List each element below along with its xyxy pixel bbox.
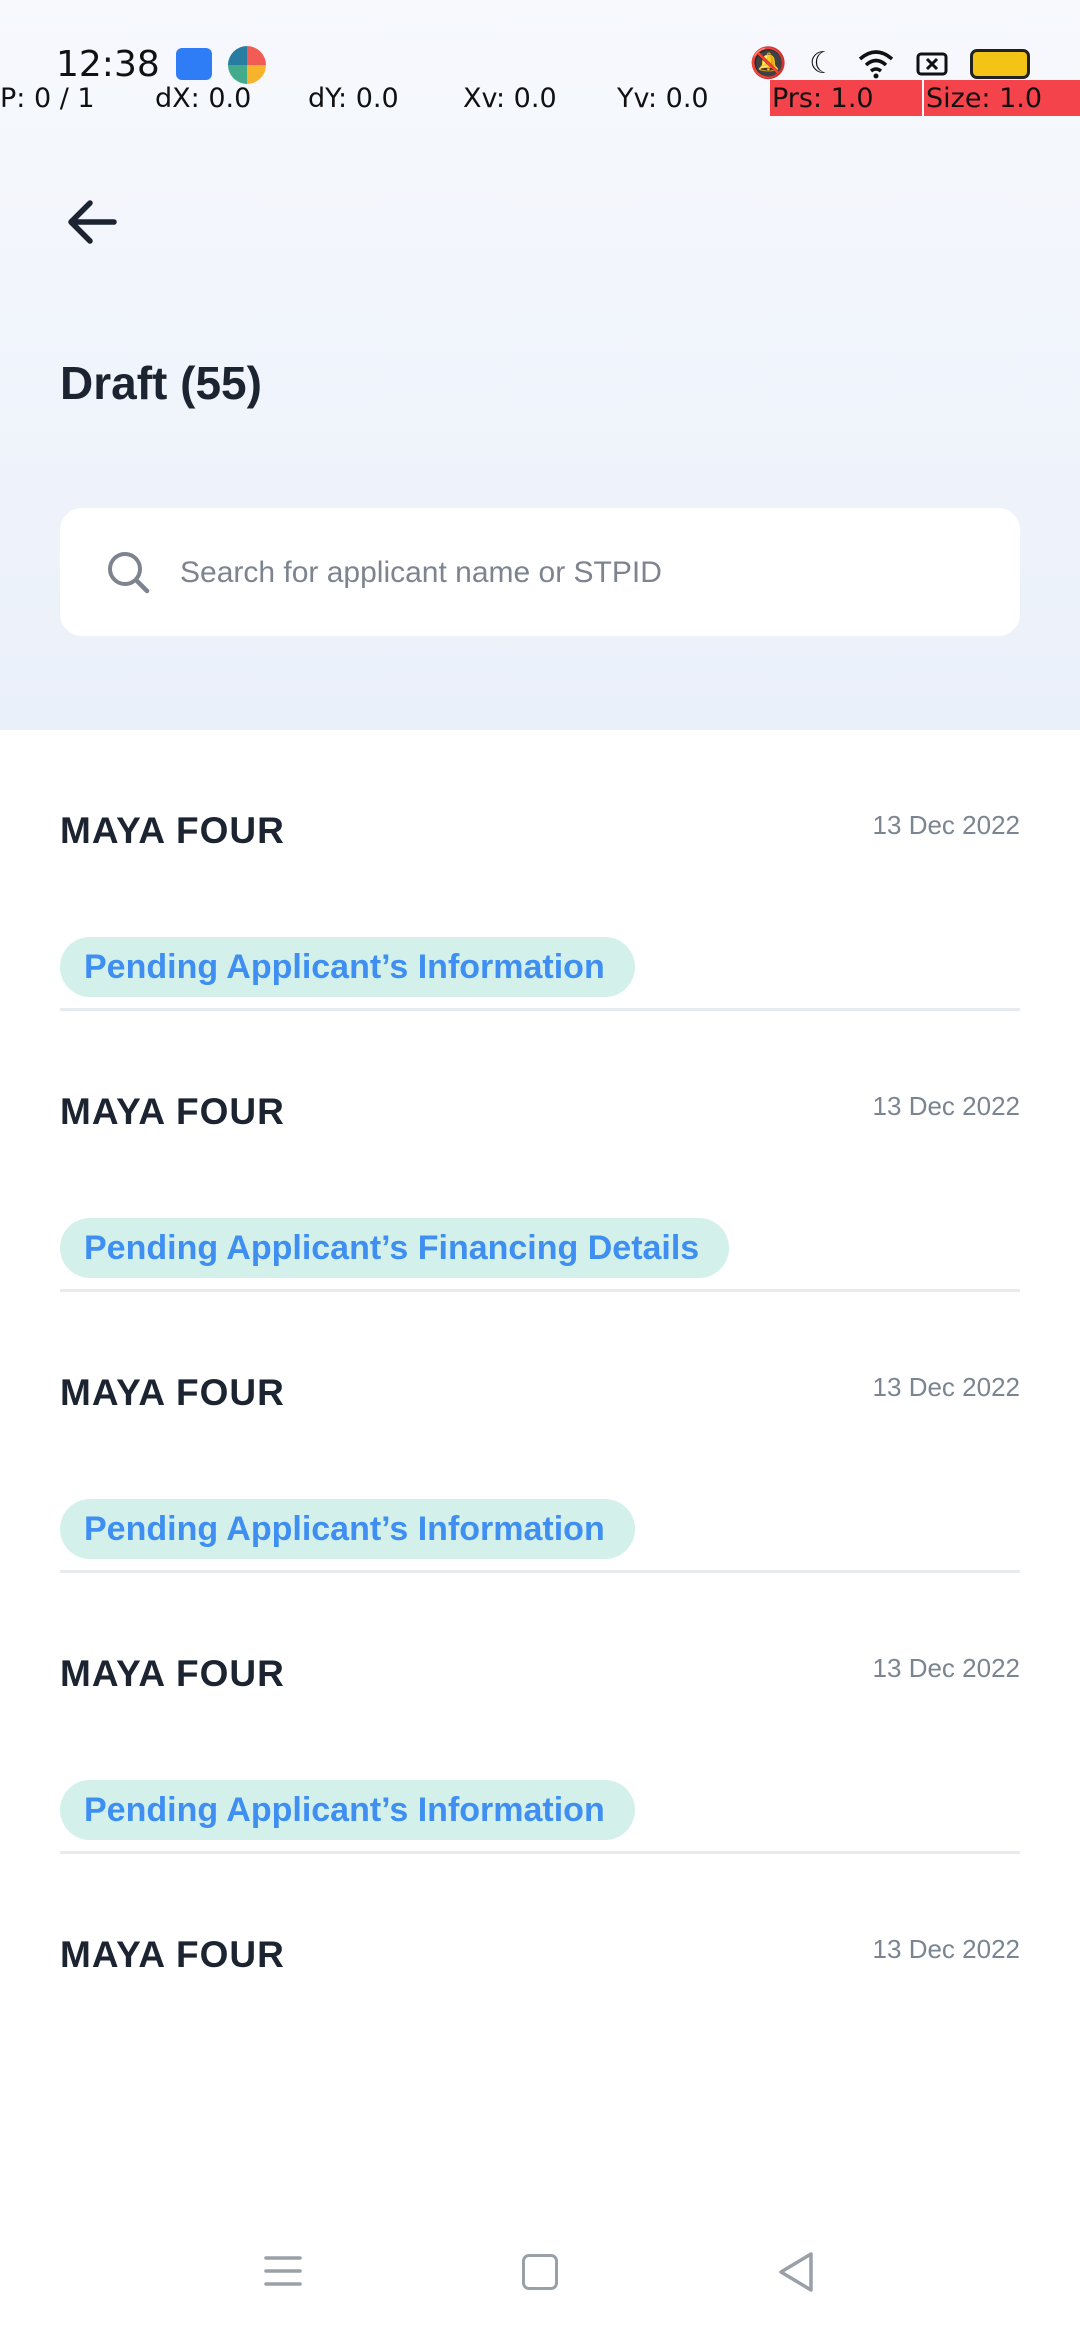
draft-list-item[interactable]: MAYA FOUR 13 Dec 2022 Pending Applicant’… xyxy=(60,730,1020,1011)
draft-date: 13 Dec 2022 xyxy=(872,1653,1020,1683)
arrow-left-icon xyxy=(68,200,117,244)
back-triangle-icon[interactable] xyxy=(776,2250,816,2294)
draft-date: 13 Dec 2022 xyxy=(872,1934,1020,1964)
status-badge: Pending Applicant’s Information xyxy=(60,1499,635,1559)
back-button[interactable] xyxy=(56,186,128,258)
status-icons: 🔕 ☾ xyxy=(750,46,1030,82)
draft-list: MAYA FOUR 13 Dec 2022 Pending Applicant’… xyxy=(60,730,1020,2060)
overlay-dx: dX: 0.0 xyxy=(155,83,252,114)
page-title: Draft (55) xyxy=(60,357,262,409)
overlay-size: Size: 1.0 xyxy=(924,80,1080,116)
battery-icon xyxy=(970,49,1030,79)
home-icon[interactable] xyxy=(522,2254,558,2290)
draft-list-item[interactable]: MAYA FOUR 13 Dec 2022 Pending Applicant’… xyxy=(60,1573,1020,1854)
pointer-debug-overlay: P: 0 / 1 dX: 0.0 dY: 0.0 Xv: 0.0 Yv: 0.0… xyxy=(0,80,1080,118)
search-icon xyxy=(108,552,150,594)
status-badge: Pending Applicant’s Information xyxy=(60,1780,635,1840)
overlay-pressure: Prs: 1.0 xyxy=(770,80,922,116)
status-badge: Pending Applicant’s Information xyxy=(60,937,635,997)
status-bar: 12:38 🔕 ☾ xyxy=(0,0,1080,85)
status-badge: Pending Applicant’s Financing Details xyxy=(60,1218,730,1278)
overlay-dy: dY: 0.0 xyxy=(308,83,399,114)
browser-app-icon xyxy=(228,46,266,84)
overlay-pointer: P: 0 / 1 xyxy=(0,83,95,114)
screen-record-icon xyxy=(916,52,948,76)
moon-icon: ☾ xyxy=(809,47,836,80)
overlay-xv: Xv: 0.0 xyxy=(463,83,557,114)
overlay-yv: Yv: 0.0 xyxy=(617,83,709,114)
applicant-name: MAYA FOUR xyxy=(60,1372,285,1413)
draft-list-item[interactable]: MAYA FOUR 13 Dec 2022 xyxy=(60,1854,1020,2060)
status-time: 12:38 xyxy=(56,44,160,85)
applicant-name: MAYA FOUR xyxy=(60,1653,285,1694)
draft-date: 13 Dec 2022 xyxy=(872,1091,1020,1121)
applicant-name: MAYA FOUR xyxy=(60,810,285,851)
search-box[interactable] xyxy=(60,508,1020,636)
system-nav-bar xyxy=(0,2220,1080,2330)
android-debug-icon xyxy=(176,48,212,80)
mute-icon: 🔕 xyxy=(749,47,788,80)
draft-list-item[interactable]: MAYA FOUR 13 Dec 2022 Pending Applicant’… xyxy=(60,1292,1020,1573)
draft-list-item[interactable]: MAYA FOUR 13 Dec 2022 Pending Applicant’… xyxy=(60,1011,1020,1292)
applicant-name: MAYA FOUR xyxy=(60,1934,285,1975)
applicant-name: MAYA FOUR xyxy=(60,1091,285,1132)
menu-icon[interactable] xyxy=(264,2254,302,2288)
wifi-icon xyxy=(858,50,894,79)
draft-date: 13 Dec 2022 xyxy=(872,1372,1020,1402)
draft-date: 13 Dec 2022 xyxy=(872,810,1020,840)
search-input[interactable] xyxy=(178,542,982,604)
